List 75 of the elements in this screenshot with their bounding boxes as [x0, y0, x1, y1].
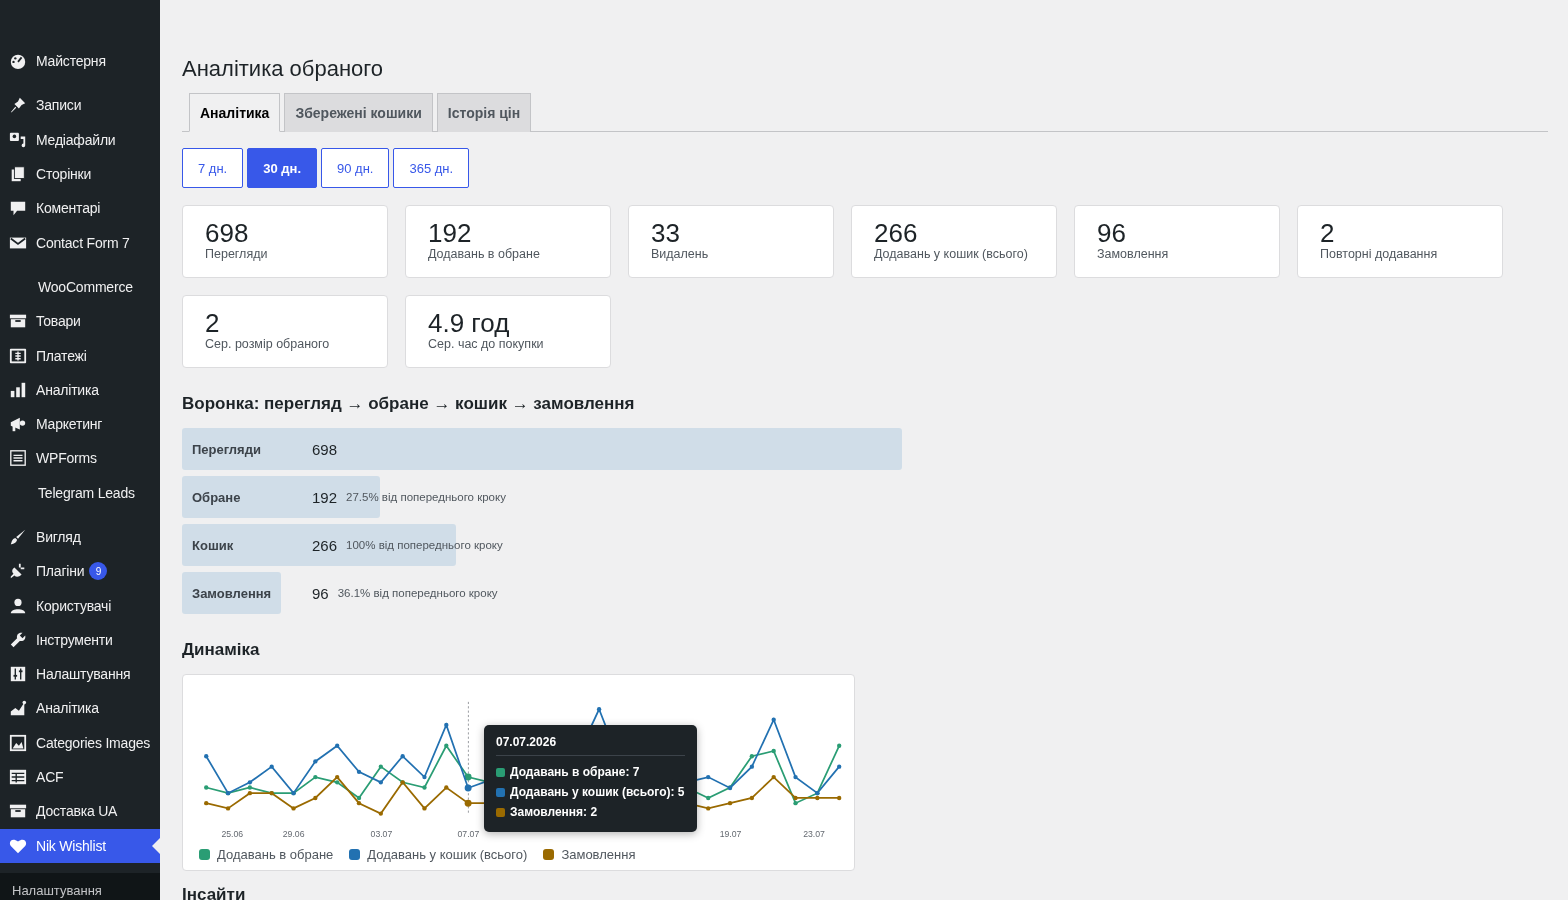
sidebar-item[interactable]: WooCommerce [0, 269, 160, 305]
period-button[interactable]: 7 дн. [182, 148, 244, 188]
tooltip-text: Додавань у кошик (всього): 5 [510, 785, 685, 799]
tab[interactable]: Аналітика [189, 93, 281, 132]
sidebar-item[interactable]: Плагіни 9 [0, 554, 160, 589]
section-title: Воронка: перегляд → обране → кошик → замовлення [182, 394, 635, 414]
sidebar-item[interactable]: Categories Images [0, 725, 160, 760]
sidebar-item[interactable]: Вигляд [0, 519, 160, 555]
tab[interactable]: Історія цін [436, 93, 532, 132]
sidebar-item[interactable]: Доставка UA [0, 794, 160, 829]
stat-value: 192 [428, 219, 472, 247]
axis-label: 03.07 [370, 828, 393, 839]
tab[interactable]: Збережені кошики [284, 93, 433, 132]
axis-label: 07.07 [457, 828, 480, 839]
tooltip-title: 07.07.2026 [496, 735, 685, 756]
stat-label: Замовлення [1097, 247, 1169, 261]
stat-value: 266 [874, 219, 918, 247]
stat-value: 33 [651, 219, 680, 247]
step-label: Обране [191, 489, 242, 505]
stat-value: 4.9 год [428, 309, 510, 337]
axis-label: 23.07 [803, 828, 825, 839]
stat-label: Перегляди [205, 247, 268, 261]
period-button[interactable]: 90 дн. [321, 148, 390, 188]
sidebar-item[interactable]: Аналітика [0, 372, 160, 407]
step-label: Перегляди [191, 441, 262, 457]
period-button[interactable]: 30 дн. [247, 148, 317, 188]
step-value: 698 [312, 440, 338, 458]
sidebar-item[interactable]: Майстерня [0, 44, 160, 79]
axis-label: 29.06 [282, 828, 305, 839]
conversion-note: 100% від попереднього кроку [346, 539, 503, 551]
step-label: Замовлення [191, 585, 273, 601]
step-value: 96 [312, 584, 329, 602]
section-title: Динаміка [182, 640, 260, 660]
page-title: Аналітика обраного [182, 56, 384, 82]
step-label: Кошик [191, 537, 235, 553]
sidebar-item[interactable]: Contact Form 7 [0, 225, 160, 260]
sidebar-item[interactable]: Медіафайли [0, 122, 160, 157]
sidebar-item[interactable]: Налаштування [0, 657, 160, 692]
stat-value: 2 [1320, 219, 1335, 247]
sidebar-item[interactable]: Аналітика [0, 691, 160, 726]
stat-label: Додавань у кошик (всього) [874, 247, 1028, 261]
count-badge: 9 [89, 562, 108, 581]
tooltip-text: Замовлення: 2 [510, 805, 598, 819]
section-title: Інсайти [182, 885, 246, 900]
legend-label: Замовлення [561, 847, 636, 862]
conversion-note: 36.1% від попереднього кроку [337, 587, 498, 599]
stat-label: Видалень [651, 247, 709, 261]
sidebar-item[interactable]: WPForms [0, 441, 160, 476]
stat-value: 2 [205, 309, 220, 337]
axis-label: 19.07 [719, 828, 742, 839]
period-button[interactable]: 365 дн. [393, 148, 470, 188]
sidebar-item[interactable]: ACF [0, 759, 160, 795]
sidebar-item[interactable]: Товари [0, 304, 160, 339]
conversion-note: 27.5% від попереднього кроку [346, 491, 506, 503]
sidebar-item[interactable]: Nik Wishlist [0, 828, 160, 863]
stat-label: Сер. час до покупки [428, 337, 544, 351]
sidebar-item[interactable]: Інструменти [0, 622, 160, 658]
step-value: 266 [312, 536, 338, 554]
step-value: 192 [312, 488, 338, 506]
stat-label: Повторні додавання [1320, 247, 1438, 261]
sidebar-item[interactable]: Користувачі [0, 588, 160, 623]
stat-value: 96 [1097, 219, 1126, 247]
sidebar-item[interactable]: Платежі [0, 338, 160, 373]
sidebar-item[interactable]: Маркетинг [0, 406, 160, 442]
legend-label: Додавань у кошик (всього) [367, 847, 528, 862]
stat-value: 698 [205, 219, 249, 247]
tooltip-text: Додавань в обране: 7 [510, 765, 640, 779]
sidebar-item[interactable]: Коментарі [0, 191, 160, 226]
axis-label: 25.06 [221, 828, 244, 839]
sidebar-item[interactable]: Telegram Leads [0, 475, 160, 510]
stat-label: Сер. розмір обраного [205, 337, 330, 351]
legend-label: Додавань в обране [217, 847, 334, 862]
stat-label: Додавань в обране [428, 247, 540, 261]
sidebar-item[interactable]: Записи [0, 88, 160, 123]
sidebar-item[interactable]: Сторінки [0, 156, 160, 192]
